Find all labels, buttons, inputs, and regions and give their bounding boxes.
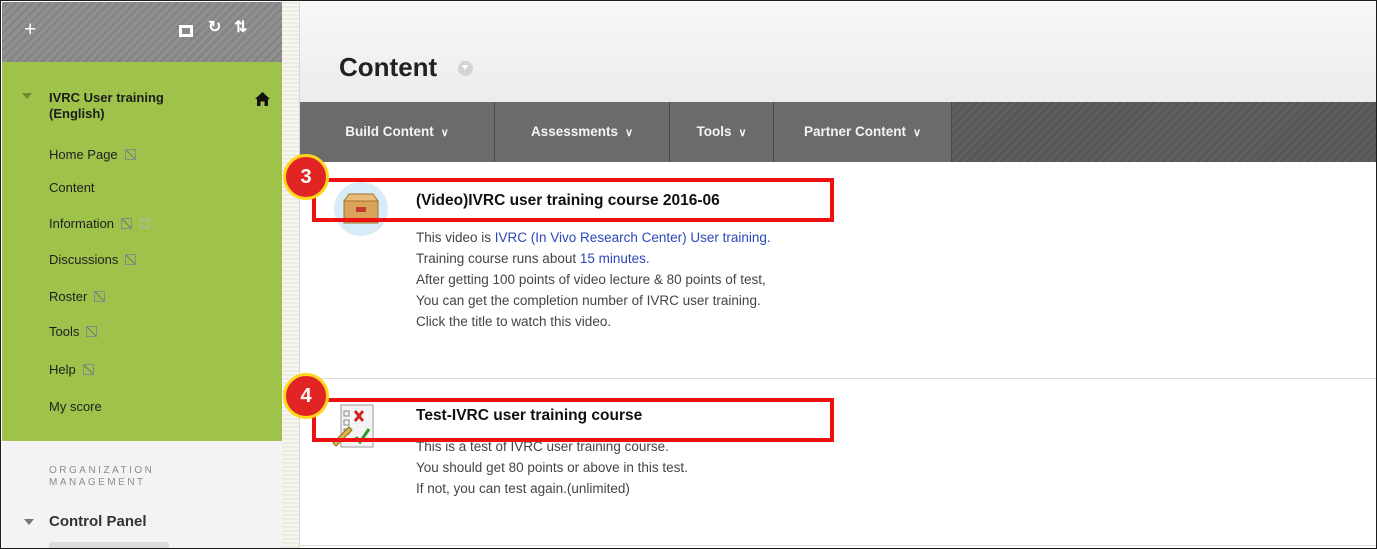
home-icon[interactable] [255,92,270,111]
plus-icon[interactable]: + [24,19,36,40]
sidebar-item-label: Home Page [49,147,118,162]
page-header: Content [300,2,1376,103]
tools-button[interactable]: Tools ∨ [670,102,774,162]
item-description: This video is IVRC (In Vivo Research Cen… [416,227,771,332]
assessments-label: Assessments [530,124,618,139]
sidebar-item-label: My score [49,399,102,414]
sidebar-item-roster[interactable]: Roster [49,289,106,304]
build-content-label: Build Content [345,124,434,139]
sidebar-item-my-score[interactable]: My score [49,399,102,414]
collapse-triangle-icon[interactable] [22,93,32,99]
sidebar-item-tools[interactable]: Tools [49,324,98,339]
sidebar-item-help[interactable]: Help [49,362,94,377]
control-panel-heading[interactable]: Control Panel [49,513,147,530]
chevron-down-icon: ∨ [912,127,922,139]
sidebar-item-home-page[interactable]: Home Page [49,147,136,162]
tools-label: Tools [696,124,732,139]
sidebar-item-discussions[interactable]: Discussions [49,252,137,267]
build-content-button[interactable]: Build Content ∨ [300,102,495,162]
chevron-down-icon[interactable] [458,61,473,76]
hidden-link-icon [124,149,136,160]
sidebar-item-label: Content [49,180,95,195]
desc-line: Training course runs about 15 minutes. [416,248,771,269]
desc-link[interactable]: 15 minutes. [580,251,650,266]
sidebar-item-label: Help [49,362,76,377]
desc-line: If not, you can test again.(unlimited) [416,481,630,496]
sidebar-resize-handle[interactable] [282,2,300,548]
desc-line: You should get 80 points or above in thi… [416,460,688,475]
hidden-link-icon [94,291,106,302]
refresh-icon[interactable]: ↻ [208,20,221,36]
collapse-triangle-icon[interactable] [24,519,34,525]
item-divider [300,545,1376,546]
sidebar-item-label: Roster [49,289,88,304]
sort-icon[interactable]: ⇅ [234,20,247,36]
folder-view-icon[interactable] [179,23,193,40]
desc-line: You can get the completion number of IVR… [416,293,761,308]
highlight-box-3 [312,178,834,222]
chevron-down-icon: ∨ [440,127,449,139]
course-title[interactable]: IVRC User training (English) [49,90,219,122]
desc-line: Click the title to watch this video. [416,314,612,329]
org-label-text: ORGANIZATION MANAGEMENT [49,465,155,488]
page-title: Content [339,52,438,82]
action-bar: Build Content ∨ Assessments ∨ Tools ∨ Partn… [300,102,1376,162]
hidden-link-icon [125,254,137,265]
sidebar-toolbar: + ↻ ⇅ [2,2,282,62]
sidebar-item-label: Information [49,216,115,231]
desc-line: This video is IVRC (In Vivo Research Cen… [416,227,771,248]
chevron-down-icon: ∨ [738,127,747,139]
desc-link[interactable]: IVRC (In Vivo Research Center) User trai… [495,230,771,245]
item-description: This is a test of IVRC user training cou… [416,436,688,499]
highlight-box-4 [312,398,834,442]
assessments-button[interactable]: Assessments ∨ [495,102,670,162]
desc-text: This video is [416,230,495,245]
hidden-link-icon [86,326,98,337]
desc-line: After getting 100 points of video lectur… [416,272,766,287]
sidebar-item-label: Discussions [49,252,119,267]
course-sidebar: + ↻ ⇅ IVRC User training (English) Home … [2,2,282,548]
empty-folder-icon [140,219,150,228]
hidden-link-icon [121,218,133,229]
organization-management-label: ORGANIZATION MANAGEMENT [49,465,199,489]
hidden-link-icon [82,364,94,375]
sidebar-item-content[interactable]: Content [49,180,95,195]
course-menu: IVRC User training (English) Home Page C… [2,62,282,441]
partner-content-label: Partner Content [803,124,906,139]
main-content: Content Build Content ∨ Assessments ∨ Tool… [300,2,1376,548]
partner-content-button[interactable]: Partner Content ∨ [774,102,952,162]
sidebar-item-label: Tools [49,324,80,339]
desc-text: Training course runs about [416,251,580,266]
step-badge-4: 4 [283,373,329,419]
step-badge-3: 3 [283,154,329,200]
control-panel-item[interactable] [49,542,169,548]
chevron-down-icon: ∨ [625,127,634,139]
sidebar-item-information[interactable]: Information [49,216,150,231]
screenshot-frame: + ↻ ⇅ IVRC User training (English) Home … [0,0,1377,549]
